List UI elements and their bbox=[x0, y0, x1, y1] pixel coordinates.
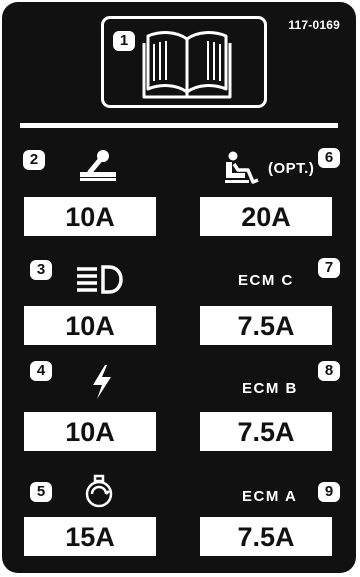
badge-7: 7 bbox=[318, 258, 340, 278]
badge-9: 9 bbox=[318, 482, 340, 502]
badge-2: 2 bbox=[23, 150, 45, 170]
operator-manual-frame: 1 bbox=[101, 16, 267, 108]
fuse-9-label: ECM A bbox=[242, 488, 298, 505]
divider-rule bbox=[20, 123, 338, 128]
operator-console-icon bbox=[80, 150, 116, 181]
part-number: 117-0169 bbox=[288, 18, 340, 32]
operator-manual-icon bbox=[142, 31, 232, 99]
fuse-6-label: (OPT.) bbox=[268, 160, 315, 177]
badge-4: 4 bbox=[30, 361, 52, 381]
engine-icon bbox=[85, 474, 113, 508]
badge-5: 5 bbox=[30, 482, 52, 502]
badge-1: 1 bbox=[113, 31, 135, 51]
fuse-3-rating: 10A bbox=[24, 306, 156, 345]
headlight-icon bbox=[77, 265, 123, 294]
power-lightning-icon bbox=[93, 365, 111, 399]
seat-icon bbox=[225, 151, 259, 184]
badge-8: 8 bbox=[318, 361, 340, 381]
fuse-5-rating: 15A bbox=[24, 517, 156, 556]
fuse-8-rating: 7.5A bbox=[200, 412, 332, 451]
fuse-4-rating: 10A bbox=[24, 412, 156, 451]
fuse-2-rating: 10A bbox=[24, 197, 156, 236]
badge-3: 3 bbox=[30, 260, 52, 280]
fuse-decal: 117-0169 1 2 10A 3 10A 4 10A 5 15A (OPT.… bbox=[2, 2, 356, 573]
badge-6: 6 bbox=[318, 148, 340, 168]
fuse-6-rating: 20A bbox=[200, 197, 332, 236]
fuse-8-label: ECM B bbox=[242, 380, 298, 397]
fuse-7-label: ECM C bbox=[238, 272, 294, 289]
fuse-9-rating: 7.5A bbox=[200, 517, 332, 556]
fuse-7-rating: 7.5A bbox=[200, 306, 332, 345]
